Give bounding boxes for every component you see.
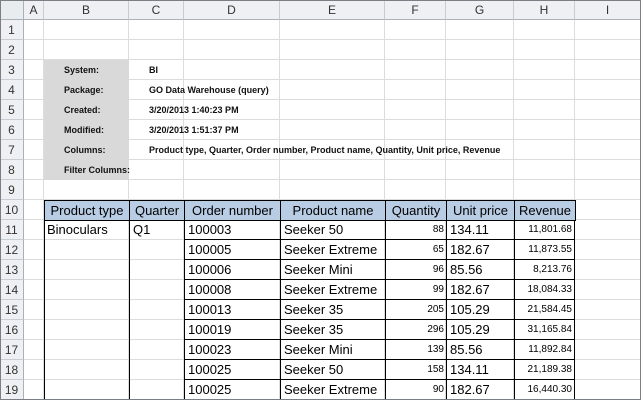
order-number-cell[interactable]: 100025 [184, 360, 280, 380]
revenue-cell[interactable]: 11,892.84 [514, 340, 575, 360]
table-header-cell[interactable]: Product type [44, 200, 130, 221]
select-all-corner[interactable] [0, 0, 24, 20]
row-header-10[interactable]: 10 [0, 200, 24, 220]
product-name-cell[interactable]: Seeker Mini [280, 340, 385, 360]
revenue-cell[interactable]: 21,189.38 [514, 360, 575, 380]
unit-price-cell[interactable]: 182.67 [446, 280, 514, 300]
quantity-cell[interactable]: 296 [385, 320, 446, 340]
revenue-cell[interactable]: 11,801.68 [514, 220, 575, 240]
column-header-c[interactable]: C [129, 0, 184, 20]
column-header-e[interactable]: E [280, 0, 385, 20]
order-number-cell[interactable]: 100006 [184, 260, 280, 280]
row-header-5[interactable]: 5 [0, 100, 24, 120]
order-number-cell[interactable]: 100008 [184, 280, 280, 300]
quantity-cell[interactable]: 90 [385, 380, 446, 400]
product-name-cell[interactable]: Seeker Extreme [280, 240, 385, 260]
column-header-d[interactable]: D [184, 0, 280, 20]
row-header-6[interactable]: 6 [0, 120, 24, 140]
order-number-cell[interactable]: 100019 [184, 320, 280, 340]
table-right-border [574, 220, 575, 400]
row-header-19[interactable]: 19 [0, 380, 24, 400]
revenue-cell[interactable]: 11,873.55 [514, 240, 575, 260]
revenue-cell[interactable]: 16,440.30 [514, 380, 575, 400]
quantity-cell[interactable]: 65 [385, 240, 446, 260]
order-number-cell[interactable]: 100013 [184, 300, 280, 320]
product-name-cell[interactable]: Seeker Extreme [280, 380, 385, 400]
row-header-9[interactable]: 9 [0, 180, 24, 200]
metadata-value: 3/20/2013 1:51:37 PM [149, 125, 239, 135]
table-header-cell[interactable]: Unit price [446, 200, 515, 221]
quarter-cell[interactable]: Q1 [129, 220, 184, 400]
gridline-horizontal [24, 39, 641, 40]
quantity-cell[interactable]: 96 [385, 260, 446, 280]
quantity-cell[interactable]: 158 [385, 360, 446, 380]
row-header-18[interactable]: 18 [0, 360, 24, 380]
table-header-cell[interactable]: Order number [184, 200, 281, 221]
column-header-f[interactable]: F [385, 0, 446, 20]
unit-price-cell[interactable]: 134.11 [446, 220, 514, 240]
metadata-value: 3/20/2013 1:40:23 PM [149, 105, 239, 115]
quantity-cell[interactable]: 99 [385, 280, 446, 300]
unit-price-cell[interactable]: 134.11 [446, 360, 514, 380]
column-header-g[interactable]: G [446, 0, 514, 20]
unit-price-cell[interactable]: 85.56 [446, 340, 514, 360]
column-header-b[interactable]: B [44, 0, 129, 20]
table-header-cell[interactable]: Product name [280, 200, 386, 221]
column-header-i[interactable]: I [575, 0, 641, 20]
product-type-cell[interactable]: Binoculars [44, 220, 129, 400]
row-header-13[interactable]: 13 [0, 260, 24, 280]
metadata-label: Filter Columns: [64, 165, 131, 175]
quantity-cell[interactable]: 205 [385, 300, 446, 320]
metadata-label: Modified: [64, 125, 104, 135]
order-number-cell[interactable]: 100023 [184, 340, 280, 360]
product-name-cell[interactable]: Seeker 35 [280, 320, 385, 340]
unit-price-cell[interactable]: 182.67 [446, 240, 514, 260]
row-header-17[interactable]: 17 [0, 340, 24, 360]
row-header-11[interactable]: 11 [0, 220, 24, 240]
metadata-label: Columns: [64, 145, 106, 155]
quantity-cell[interactable]: 139 [385, 340, 446, 360]
metadata-value: GO Data Warehouse (query) [149, 85, 269, 95]
metadata-label: Package: [64, 85, 104, 95]
order-number-cell[interactable]: 100005 [184, 240, 280, 260]
table-header-cell[interactable]: Quantity [385, 200, 447, 221]
revenue-cell[interactable]: 8,213.76 [514, 260, 575, 280]
revenue-cell[interactable]: 18,084.33 [514, 280, 575, 300]
unit-price-cell[interactable]: 182.67 [446, 380, 514, 400]
unit-price-cell[interactable]: 85.56 [446, 260, 514, 280]
spreadsheet-grid[interactable]: A B C D E F G H I 1 2 3 4 5 6 7 8 9 10 11 12 13 14 15 16 17 18 19 Sy… [0, 0, 641, 400]
row-header-1[interactable]: 1 [0, 20, 24, 40]
row-header-2[interactable]: 2 [0, 40, 24, 60]
unit-price-cell[interactable]: 105.29 [446, 320, 514, 340]
row-header-14[interactable]: 14 [0, 280, 24, 300]
metadata-label: System: [64, 65, 100, 75]
metadata-label: Created: [64, 105, 101, 115]
order-number-cell[interactable]: 100025 [184, 380, 280, 400]
product-name-cell[interactable]: Seeker Mini [280, 260, 385, 280]
metadata-value: Product type, Quarter, Order number, Pro… [149, 145, 501, 155]
row-header-15[interactable]: 15 [0, 300, 24, 320]
table-header-cell[interactable]: Revenue [514, 200, 576, 221]
product-name-cell[interactable]: Seeker 35 [280, 300, 385, 320]
table-header-cell[interactable]: Quarter [129, 200, 185, 221]
column-header-h[interactable]: H [514, 0, 575, 20]
row-header-12[interactable]: 12 [0, 240, 24, 260]
product-name-cell[interactable]: Seeker 50 [280, 360, 385, 380]
order-number-cell[interactable]: 100003 [184, 220, 280, 240]
product-name-cell[interactable]: Seeker 50 [280, 220, 385, 240]
row-header-3[interactable]: 3 [0, 60, 24, 80]
metadata-label-background [44, 60, 129, 180]
row-header-7[interactable]: 7 [0, 140, 24, 160]
column-header-a[interactable]: A [24, 0, 44, 20]
quantity-cell[interactable]: 88 [385, 220, 446, 240]
revenue-cell[interactable]: 21,584.45 [514, 300, 575, 320]
revenue-cell[interactable]: 31,165.84 [514, 320, 575, 340]
metadata-value: BI [149, 65, 158, 75]
row-header-8[interactable]: 8 [0, 160, 24, 180]
unit-price-cell[interactable]: 105.29 [446, 300, 514, 320]
row-header-4[interactable]: 4 [0, 80, 24, 100]
product-name-cell[interactable]: Seeker Extreme [280, 280, 385, 300]
row-header-16[interactable]: 16 [0, 320, 24, 340]
